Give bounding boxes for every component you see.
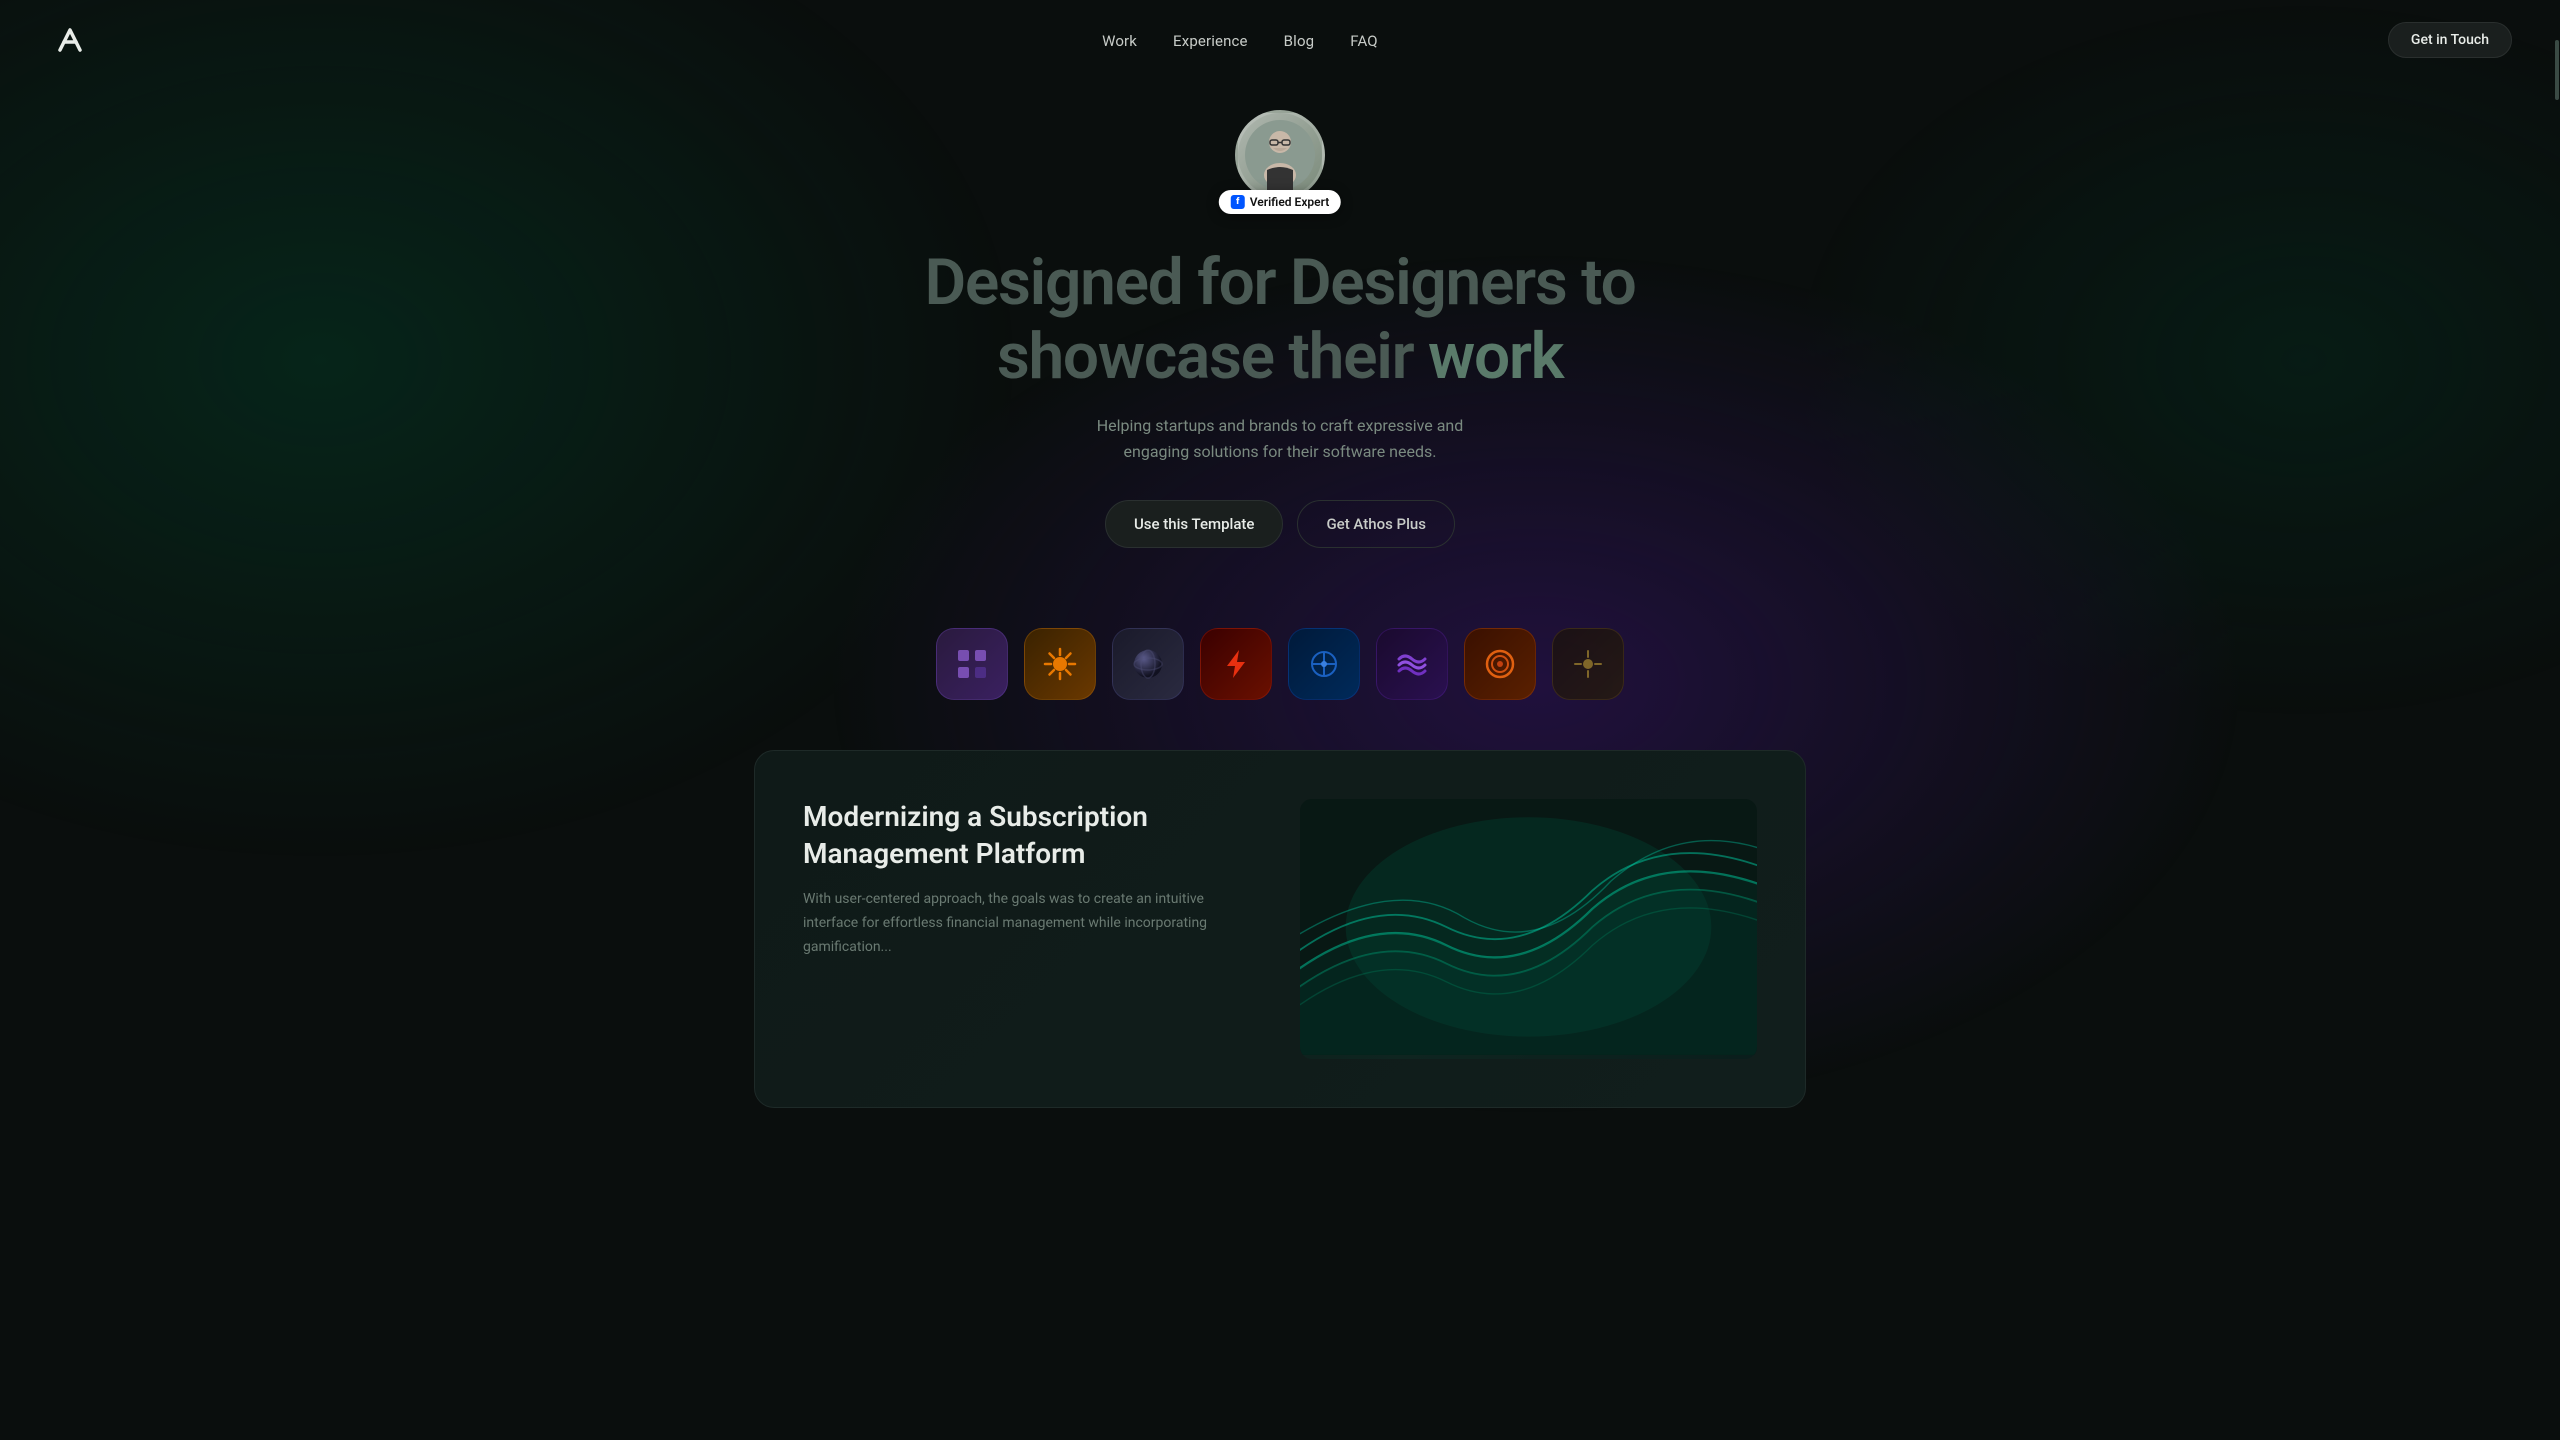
hero-buttons: Use this Template Get Athos Plus — [1105, 500, 1455, 548]
hero-title-accent: work — [1428, 319, 1563, 394]
scrollbar-thumb — [2555, 40, 2559, 100]
hero-title-line1: Designed for Designers to — [924, 245, 1635, 320]
avatar — [1235, 110, 1325, 200]
app-icon-yellow-dot[interactable] — [1552, 628, 1624, 700]
logo[interactable] — [48, 18, 92, 62]
nav-links: Work Experience Blog FAQ — [1102, 31, 1378, 50]
app-icon-orange-sun[interactable] — [1024, 628, 1096, 700]
app-icon-dark-sphere[interactable] — [1112, 628, 1184, 700]
card-description: With user-centered approach, the goals w… — [803, 888, 1260, 959]
scrollbar — [2554, 0, 2560, 1440]
get-in-touch-button[interactable]: Get in Touch — [2388, 22, 2512, 58]
card-text: Modernizing a Subscription Management Pl… — [803, 799, 1260, 959]
card-title: Modernizing a Subscription Management Pl… — [803, 799, 1260, 872]
hero-subtitle: Helping startups and brands to craft exp… — [1070, 413, 1490, 464]
card-image — [1300, 799, 1757, 1059]
app-icon-purple-wave[interactable] — [1376, 628, 1448, 700]
get-athos-plus-button[interactable]: Get Athos Plus — [1297, 500, 1455, 548]
app-icon-red-bolt[interactable] — [1200, 628, 1272, 700]
avatar-wrapper: f Verified Expert — [1235, 110, 1325, 200]
card-section: Modernizing a Subscription Management Pl… — [730, 750, 1830, 1168]
hero-section: f Verified Expert Designed for Designers… — [0, 0, 2560, 588]
verified-label: Verified Expert — [1250, 195, 1329, 209]
app-icon-purple-grid[interactable] — [936, 628, 1008, 700]
verified-badge: f Verified Expert — [1219, 190, 1341, 214]
app-icon-orange-ring[interactable] — [1464, 628, 1536, 700]
app-icon-blue-dots[interactable] — [1288, 628, 1360, 700]
app-icons-strip — [0, 588, 2560, 750]
use-template-button[interactable]: Use this Template — [1105, 500, 1283, 548]
nav-work[interactable]: Work — [1102, 32, 1137, 50]
nav-faq[interactable]: FAQ — [1350, 32, 1378, 50]
project-card: Modernizing a Subscription Management Pl… — [754, 750, 1806, 1108]
hero-title-line2-start: showcase their — [997, 319, 1428, 394]
framer-icon: f — [1231, 195, 1245, 209]
nav-experience[interactable]: Experience — [1173, 32, 1248, 50]
hero-title: Designed for Designers to showcase their… — [924, 246, 1635, 393]
navbar: Work Experience Blog FAQ Get in Touch — [0, 0, 2560, 80]
nav-blog[interactable]: Blog — [1284, 32, 1315, 50]
